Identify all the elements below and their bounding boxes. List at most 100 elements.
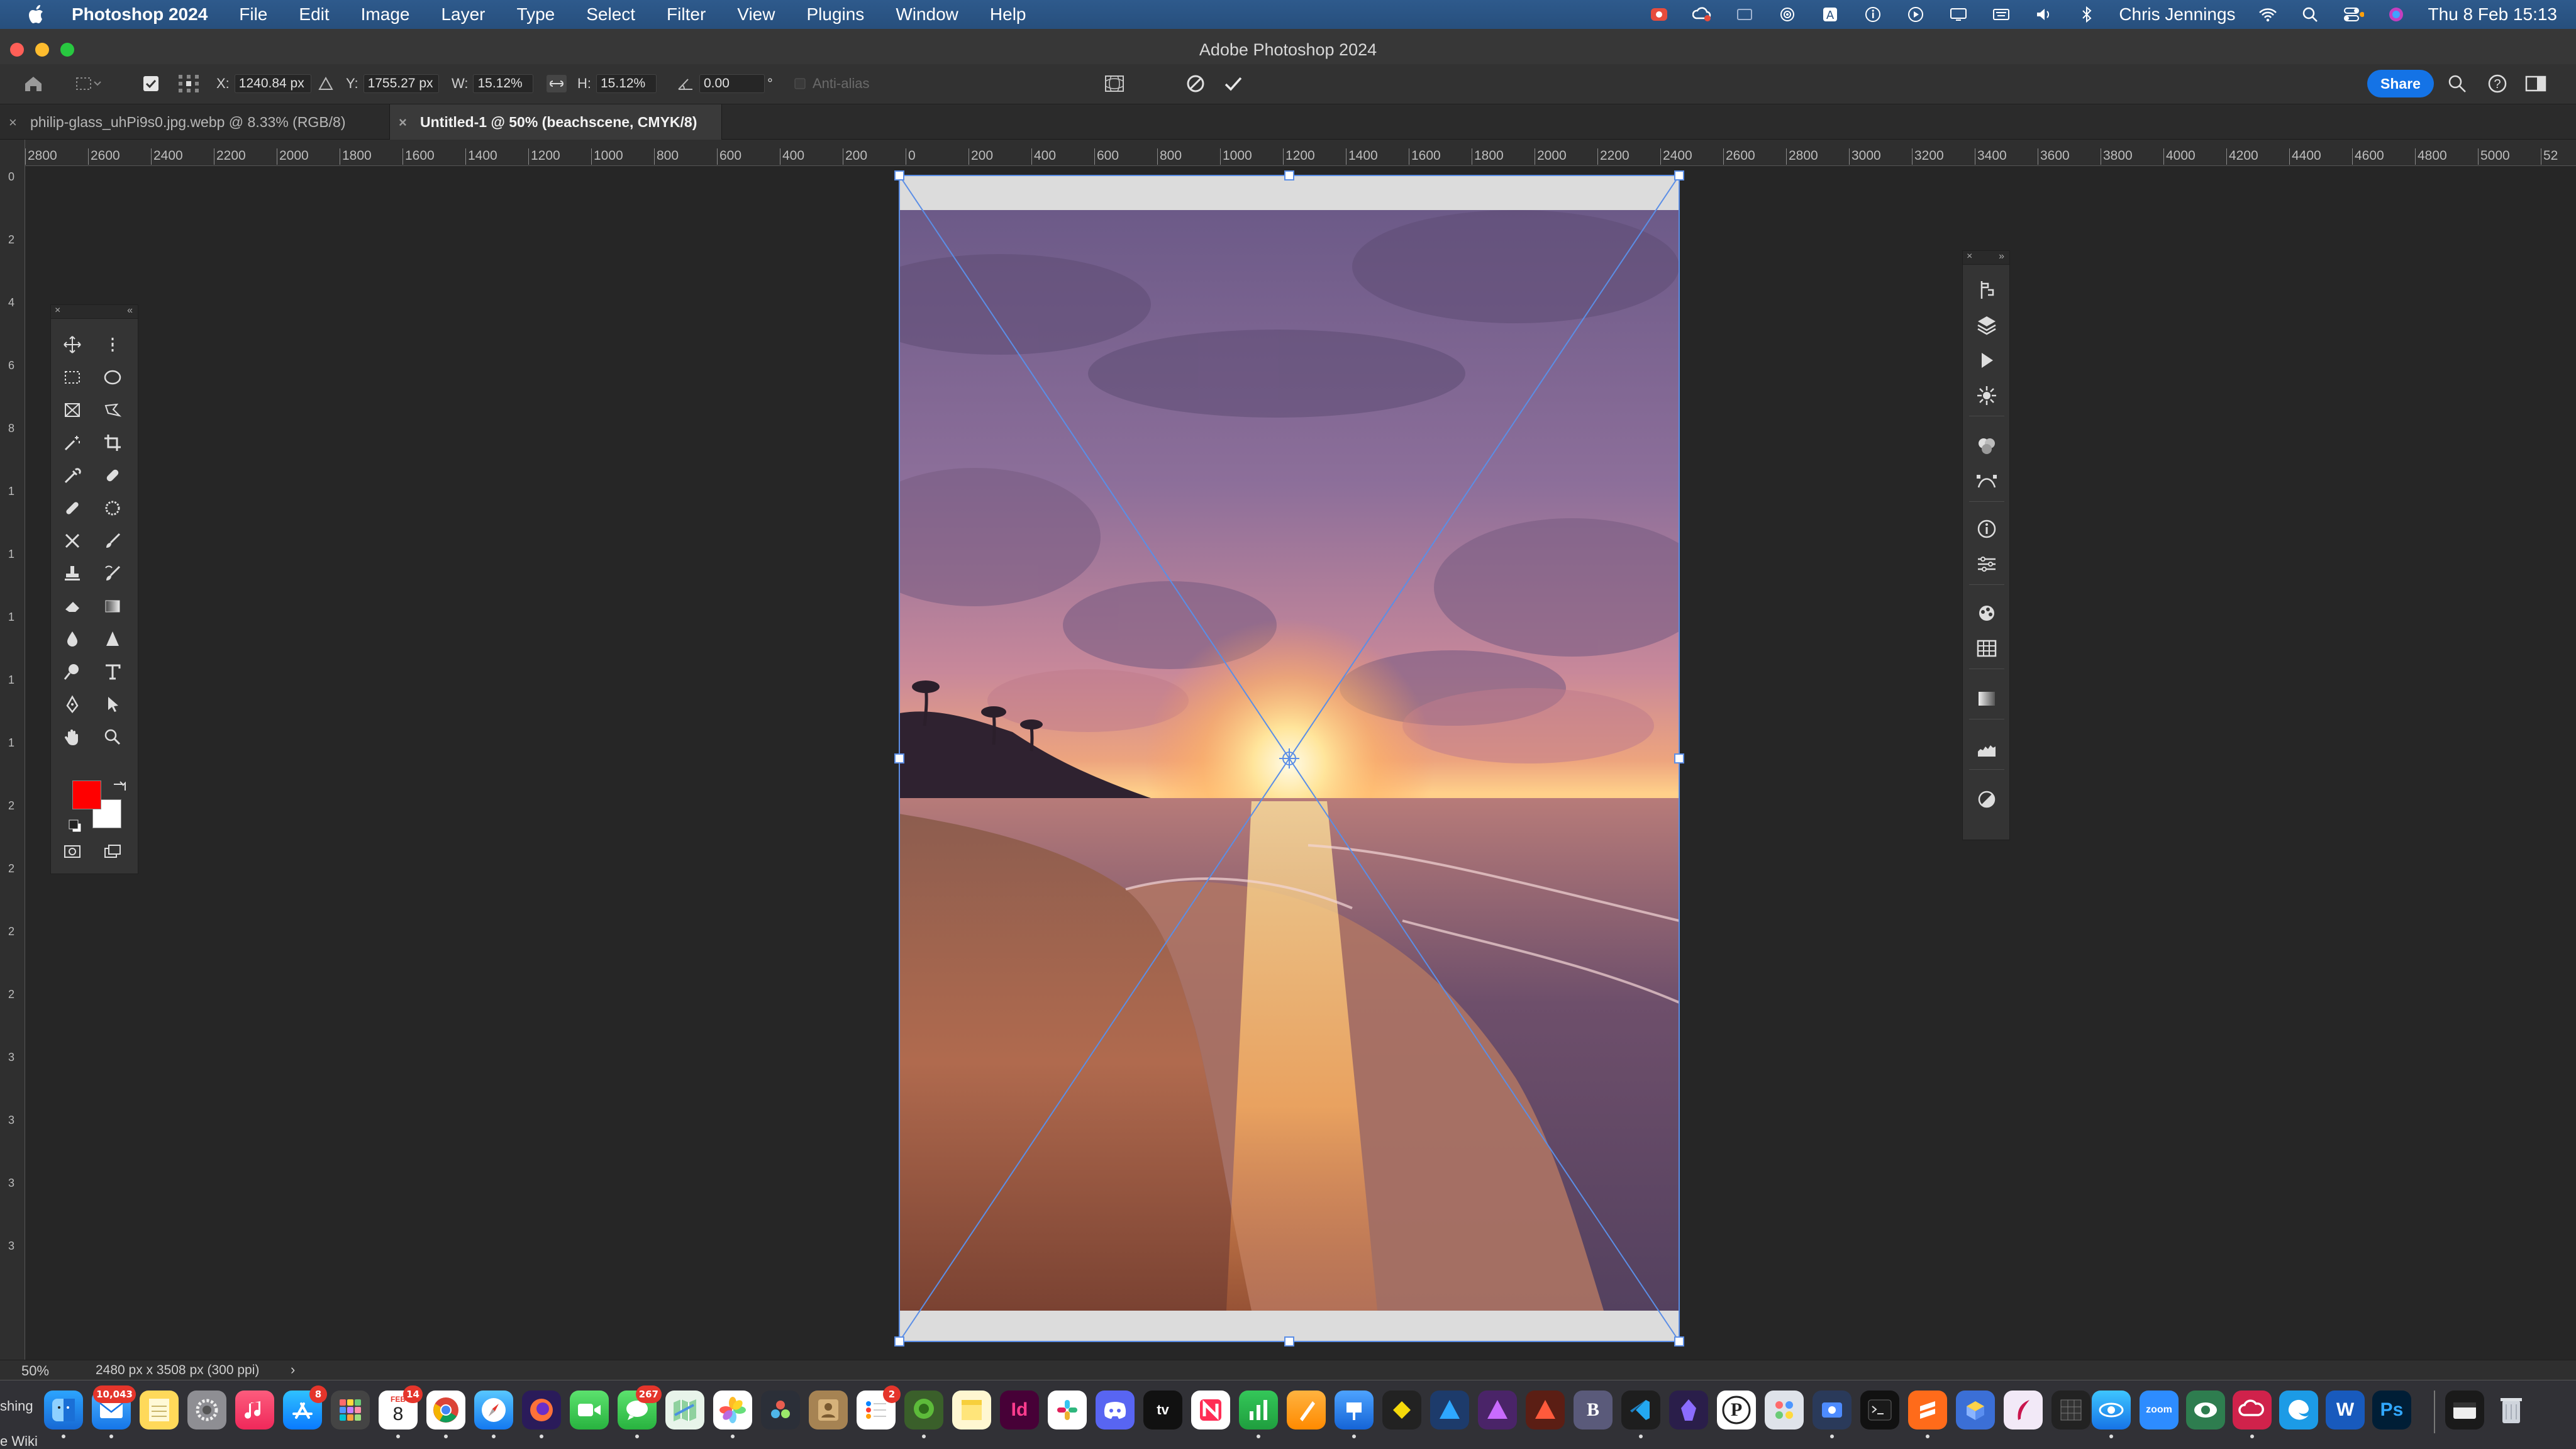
downloads-stack-icon[interactable] [2445, 1391, 2484, 1430]
affinity-photo-icon[interactable] [1478, 1391, 1517, 1430]
display-icon[interactable] [1948, 5, 1969, 24]
horizontal-ruler[interactable]: 2800 2600 2400 2200 2000 1800 1600 1400 1200 1000… [25, 140, 2576, 166]
relative-position-icon[interactable] [318, 73, 333, 94]
creative-cloud-icon[interactable] [1648, 5, 1670, 24]
zoom-tool-icon[interactable] [96, 723, 129, 752]
paths-panel-icon[interactable] [1974, 469, 1999, 494]
a-status-icon[interactable]: A [1819, 5, 1841, 24]
p-app-icon[interactable]: P [1717, 1391, 1756, 1430]
workspace-icon[interactable] [2524, 73, 2548, 94]
keynote-icon[interactable] [1335, 1391, 1374, 1438]
pages-icon[interactable] [1287, 1391, 1326, 1430]
calendar-icon[interactable]: FEB 8 14 [379, 1385, 423, 1438]
discord-icon[interactable] [1096, 1391, 1135, 1430]
y-position-input[interactable] [363, 74, 439, 93]
tab-philip-glass[interactable]: × philip-glass_uhPi9s0.jpg.webp @ 8.33% … [0, 104, 390, 140]
bluetooth-icon[interactable] [2076, 5, 2097, 24]
adjustments-panel-icon[interactable] [1974, 787, 1999, 812]
height-input[interactable] [596, 74, 657, 93]
stickies-icon[interactable] [952, 1391, 991, 1430]
tab-close-icon[interactable]: × [9, 114, 17, 131]
default-colors-icon[interactable] [67, 818, 84, 835]
dodge-tool-icon[interactable] [56, 657, 89, 686]
document-info[interactable]: 2480 px x 3508 px (300 ppi) [96, 1363, 259, 1378]
cc-sync-icon[interactable] [1691, 5, 1713, 24]
photo-utility-icon[interactable] [1765, 1391, 1804, 1430]
music-icon[interactable] [235, 1391, 274, 1430]
commit-transform-icon[interactable] [1223, 73, 1244, 94]
news-icon[interactable] [1191, 1391, 1230, 1430]
edge-browser-icon[interactable] [2279, 1391, 2318, 1430]
pattern-stamp-icon[interactable] [96, 494, 129, 523]
airplay-icon[interactable] [1777, 5, 1798, 24]
affinity-publisher-icon[interactable] [1526, 1391, 1565, 1430]
lasso-tool-icon[interactable] [96, 396, 129, 425]
keyboard-icon[interactable] [1990, 5, 2012, 24]
rectangular-marquee-icon[interactable] [56, 363, 89, 392]
reference-point-checkbox[interactable] [142, 73, 160, 94]
app-store-icon[interactable]: 8 [283, 1385, 327, 1430]
affinity-designer-icon[interactable] [1430, 1391, 1469, 1430]
firefox-icon[interactable] [522, 1391, 561, 1438]
help-icon[interactable]: ? [2487, 73, 2508, 94]
panel-collapse-icon[interactable]: « [127, 305, 133, 316]
rotate-angle-input[interactable] [699, 74, 765, 93]
blur-tool-icon[interactable] [56, 625, 89, 653]
wifi-icon[interactable] [2257, 5, 2279, 24]
home-icon[interactable] [23, 73, 44, 94]
path-selection-icon[interactable] [96, 690, 129, 719]
menu-app-name[interactable]: Photoshop 2024 [72, 4, 208, 25]
preview-app-icon[interactable] [2186, 1391, 2225, 1430]
search-icon[interactable] [2446, 73, 2468, 94]
contacts-icon[interactable] [809, 1391, 848, 1430]
info-status-icon[interactable] [1862, 5, 1884, 24]
tool-preset-icon[interactable] [74, 73, 102, 94]
type-tool-icon[interactable] [96, 657, 129, 686]
artboard-tool-icon[interactable] [96, 330, 129, 359]
canvas-area[interactable] [25, 166, 2576, 1358]
color-panel-icon[interactable] [1974, 433, 1999, 458]
grid-app-icon[interactable] [2051, 1391, 2090, 1430]
maps-icon[interactable] [665, 1391, 704, 1430]
zoom-app-icon[interactable]: zoom [2140, 1391, 2179, 1430]
volume-icon[interactable] [2033, 5, 2055, 24]
messages-icon[interactable]: 267 [618, 1385, 662, 1438]
tree-app-icon[interactable] [904, 1391, 943, 1438]
pen-tool-icon[interactable] [56, 690, 89, 719]
history-brush-icon[interactable] [96, 559, 129, 588]
box-app-icon[interactable] [1956, 1391, 1995, 1430]
swap-colors-icon[interactable] [111, 779, 128, 796]
menu-select[interactable]: Select [586, 4, 635, 25]
apple-menu-icon[interactable] [24, 2, 49, 27]
layers-panel-icon[interactable] [1974, 313, 1999, 338]
anti-alias-checkbox[interactable] [794, 77, 806, 90]
menu-help[interactable]: Help [990, 4, 1026, 25]
bbedit-icon[interactable]: B [1574, 1391, 1613, 1430]
creative-cloud-app-icon[interactable] [2233, 1391, 2272, 1438]
frame-tool-icon[interactable] [56, 396, 89, 425]
transform-bounding-box[interactable] [25, 166, 2576, 1358]
launchpad-icon[interactable] [331, 1391, 370, 1430]
reminders-icon[interactable]: 2 [857, 1385, 901, 1430]
vpn-app-icon[interactable] [2092, 1391, 2131, 1438]
eraser-tool-icon[interactable] [56, 592, 89, 621]
photoshop-app-icon[interactable]: Ps [2372, 1391, 2411, 1430]
histogram-panel-icon[interactable] [1974, 736, 1999, 762]
magic-wand-icon[interactable] [56, 428, 89, 457]
panel-close-icon[interactable]: × [1967, 251, 1972, 262]
menubar-clock[interactable]: Thu 8 Feb 15:13 [2428, 4, 2557, 25]
actions-panel-icon[interactable] [1974, 348, 1999, 373]
quill-app-icon[interactable] [2004, 1391, 2043, 1430]
tab-untitled-1[interactable]: × Untitled-1 @ 50% (beachscene, CMYK/8) [390, 104, 722, 140]
vertical-ruler[interactable]: 0 2 4 6 8 1 1 1 1 1 2 2 2 2 3 3 3 3 [0, 140, 25, 1360]
status-menu-arrow-icon[interactable]: › [291, 1362, 295, 1378]
swatches-panel-icon[interactable] [1974, 636, 1999, 661]
facetime-icon[interactable] [570, 1391, 609, 1430]
menu-file[interactable]: File [239, 4, 267, 25]
brush-tool-icon[interactable] [96, 526, 129, 555]
eyedropper-icon[interactable] [56, 461, 89, 490]
control-center-icon[interactable] [2343, 5, 2364, 24]
link-aspect-icon[interactable] [546, 73, 567, 94]
x-position-input[interactable] [234, 74, 311, 93]
trash-icon[interactable] [2492, 1391, 2531, 1430]
